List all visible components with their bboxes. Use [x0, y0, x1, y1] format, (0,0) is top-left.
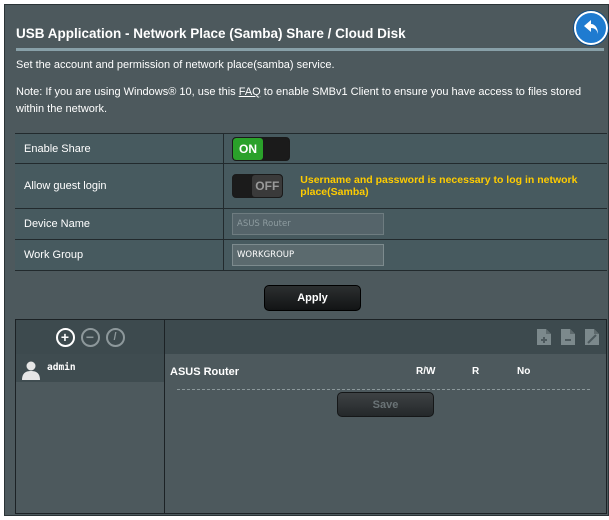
- toggle-knob: [233, 175, 253, 197]
- work-group-input[interactable]: WORKGROUP: [232, 244, 384, 266]
- work-group-label: Work Group: [15, 240, 224, 270]
- device-name-row: Device Name ASUS Router: [15, 209, 607, 240]
- save-button[interactable]: Save: [337, 392, 434, 417]
- toggle-knob: [263, 137, 289, 160]
- account-list: admin: [16, 354, 165, 513]
- windows-note: Note: If you are using Windows® 10, use …: [16, 84, 604, 118]
- enable-share-toggle[interactable]: ON: [232, 136, 290, 161]
- column-no: No: [517, 366, 531, 377]
- work-group-value: WORKGROUP: [224, 240, 607, 270]
- title-divider: [16, 48, 604, 51]
- service-description: Set the account and permission of networ…: [16, 59, 335, 71]
- guest-login-label: Allow guest login: [15, 164, 224, 208]
- enable-share-row: Enable Share ON: [15, 133, 607, 164]
- account-permission-area: + − / admin ASUS Router R/W R No Save: [15, 319, 607, 514]
- column-r: R: [472, 366, 480, 377]
- guest-login-toggle[interactable]: OFF: [232, 174, 284, 198]
- account-name: admin: [47, 362, 76, 373]
- folder-toolbar: [165, 320, 606, 354]
- toggle-on-label: ON: [233, 137, 263, 160]
- faq-link[interactable]: FAQ: [239, 86, 261, 98]
- work-group-row: Work Group WORKGROUP: [15, 240, 607, 271]
- guest-login-value: OFF Username and password is necessary t…: [224, 164, 607, 208]
- account-toolbar: + − /: [16, 320, 165, 354]
- apply-button[interactable]: Apply: [264, 285, 361, 311]
- back-arrow-icon: [584, 20, 598, 34]
- back-button[interactable]: [574, 11, 608, 45]
- delete-folder-icon[interactable]: [560, 328, 576, 346]
- remove-account-icon[interactable]: −: [80, 327, 100, 347]
- list-item[interactable]: admin: [16, 354, 164, 382]
- guest-login-row: Allow guest login OFF Username and passw…: [15, 164, 607, 209]
- add-folder-icon[interactable]: [536, 328, 552, 346]
- add-account-icon[interactable]: +: [55, 327, 75, 347]
- permission-divider: [177, 389, 590, 390]
- column-rw: R/W: [416, 366, 436, 377]
- enable-share-value: ON: [224, 134, 607, 163]
- guest-login-warning: Username and password is necessary to lo…: [300, 174, 578, 198]
- edit-account-icon[interactable]: /: [105, 327, 125, 347]
- user-avatar-icon: [22, 361, 40, 380]
- permission-panel: ASUS Router R/W R No Save: [165, 354, 606, 513]
- device-name-value: ASUS Router: [224, 209, 607, 239]
- note-text-before: Note: If you are using Windows® 10, use …: [16, 86, 239, 98]
- toggle-off-label: OFF: [252, 175, 283, 197]
- permission-header: ASUS Router R/W R No: [170, 366, 606, 382]
- edit-folder-icon[interactable]: [584, 328, 600, 346]
- samba-settings-form: Enable Share ON Allow guest login OFF Us…: [15, 133, 607, 271]
- device-name-input: ASUS Router: [232, 213, 384, 235]
- device-label: ASUS Router: [170, 366, 240, 378]
- device-name-label: Device Name: [15, 209, 224, 239]
- enable-share-label: Enable Share: [15, 134, 224, 163]
- page-title: USB Application - Network Place (Samba) …: [16, 26, 406, 41]
